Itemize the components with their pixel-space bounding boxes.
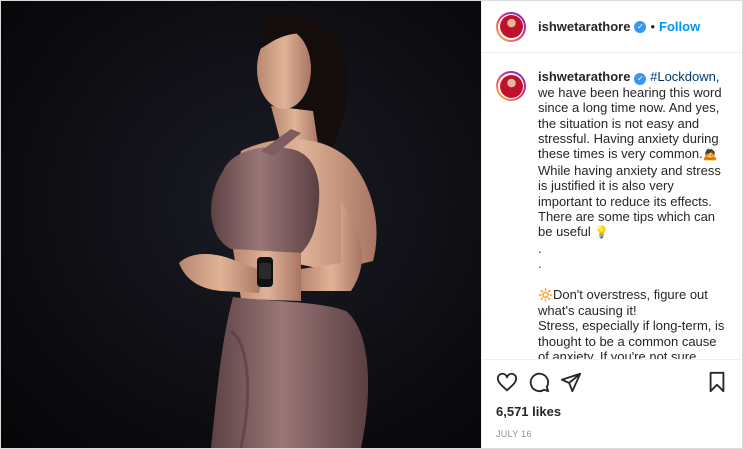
header-username[interactable]: ishwetarathore [538, 19, 630, 34]
post-actions: 6,571 likes JULY 16 [482, 359, 742, 448]
caption-paragraph-2: While having anxiety and stress is justi… [538, 162, 721, 240]
verified-badge-icon: ✓ [634, 72, 647, 85]
bookmark-icon[interactable] [706, 371, 728, 393]
paper-plane-icon[interactable] [560, 371, 582, 393]
post-photo[interactable] [1, 1, 481, 448]
person-bowing-icon: 🙇 [702, 147, 718, 162]
likes-count[interactable]: 6,571 likes [496, 404, 728, 419]
separator-dot: • [650, 19, 656, 34]
caption-dot-2: . [538, 256, 542, 272]
post-side-panel: ishwetarathore ✓ • Follow ishwetarathore… [481, 1, 742, 448]
caption-dot-1: . [538, 240, 542, 256]
sun-icon: 🔆 [538, 287, 553, 302]
leggings-shape [211, 297, 369, 448]
caption-paragraph-4: Stress, especially if long-term, is thou… [538, 318, 725, 359]
caption-area: ishwetarathore ✓ #Lockdown, we have been … [482, 53, 742, 359]
instagram-post: ishwetarathore ✓ • Follow ishwetarathore… [0, 0, 743, 449]
verified-badge-icon: ✓ [634, 20, 647, 33]
caption-text: ishwetarathore ✓ #Lockdown, we have been … [538, 69, 728, 359]
photo-illustration [179, 15, 377, 448]
avatar[interactable] [496, 11, 526, 42]
comment-icon[interactable] [528, 371, 550, 393]
post-date[interactable]: JULY 16 [496, 429, 728, 439]
caption-avatar[interactable] [496, 71, 526, 101]
action-icons [496, 368, 728, 396]
caption-username[interactable]: ishwetarathore [538, 69, 630, 84]
caption-paragraph-3: 🔆Don't overstress, figure out what's cau… [538, 286, 708, 318]
light-bulb-icon: 💡 [594, 225, 610, 240]
heart-icon[interactable] [496, 371, 518, 393]
follow-button[interactable]: Follow [659, 19, 700, 34]
sports-bra-shape [211, 147, 320, 253]
post-header: ishwetarathore ✓ • Follow [482, 1, 742, 53]
hashtag-link[interactable]: #Lockdown [650, 69, 716, 84]
